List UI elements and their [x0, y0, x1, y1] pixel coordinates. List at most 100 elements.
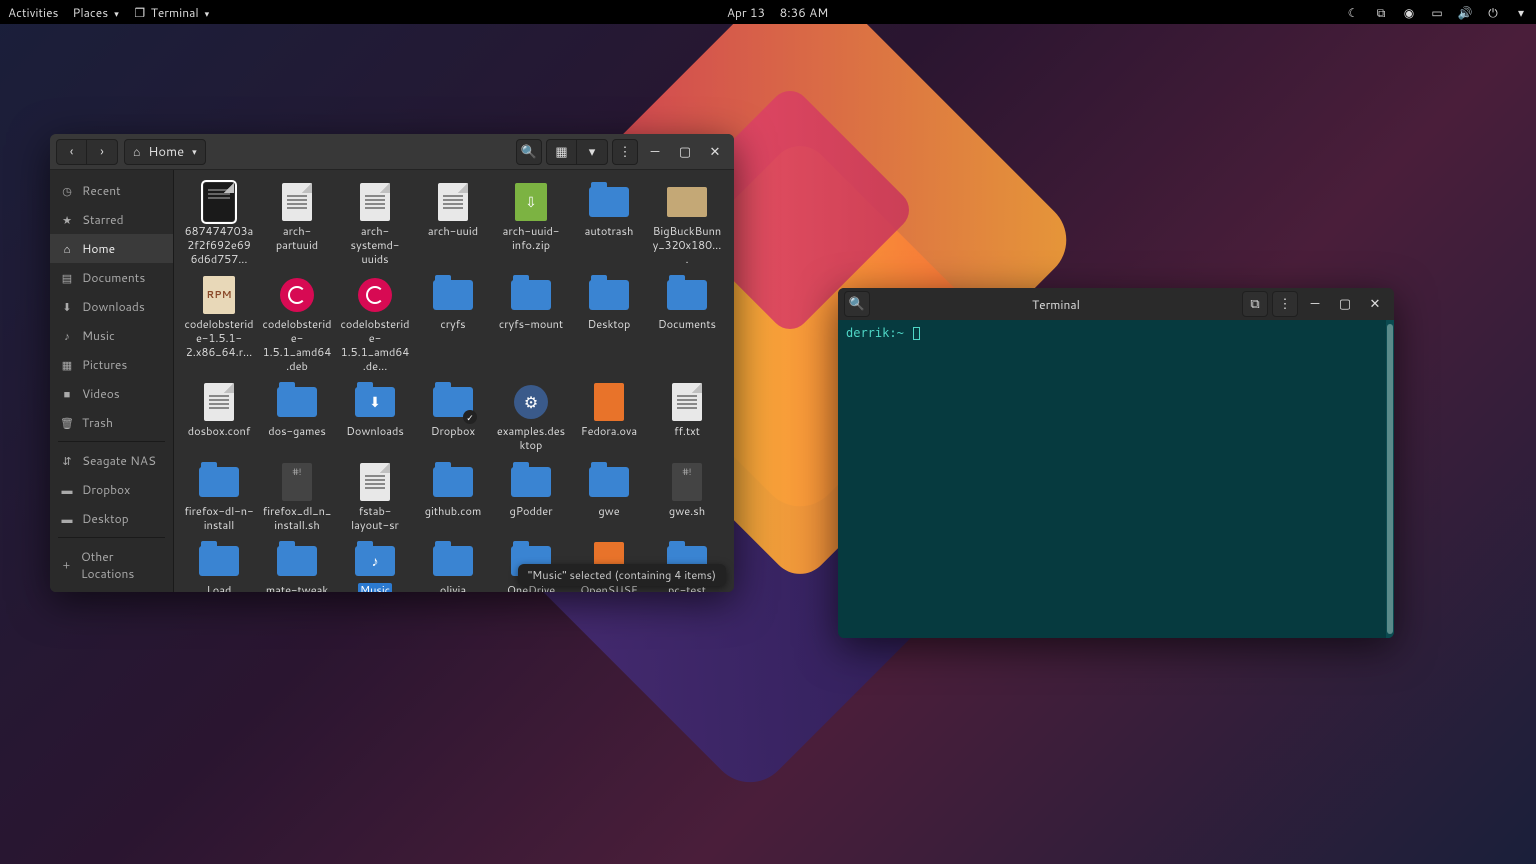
file-item[interactable]: 687474703a2f2f692e696d6d757... [180, 180, 258, 269]
file-icon [431, 541, 475, 581]
discord-tray-icon[interactable]: ◉ [1402, 5, 1416, 19]
sidebar-item-trash[interactable]: 🗑Trash [50, 408, 173, 437]
file-icon: ♪ [353, 541, 397, 581]
file-item[interactable]: arch-uuid [414, 180, 492, 269]
file-label: BigBuckBunny_320x180.... [650, 224, 724, 267]
file-item[interactable]: olivia [414, 539, 492, 592]
file-item[interactable]: dosbox.conf [180, 380, 258, 456]
forward-button[interactable]: › [87, 139, 117, 165]
places-menu[interactable]: Places [73, 4, 119, 21]
file-item[interactable]: github.com [414, 460, 492, 536]
file-label: cryfs-mount [497, 317, 565, 333]
sidebar-item-videos[interactable]: ■Videos [50, 379, 173, 408]
file-icon [509, 462, 553, 502]
file-item[interactable]: codelobsteride-1.5.1_amd64.deb [258, 273, 336, 376]
file-item[interactable]: fstab-layout-sr [336, 460, 414, 536]
file-label: Dropbox [429, 424, 477, 440]
statusbar: "Music" selected (containing 4 items) [518, 564, 726, 586]
file-item[interactable]: Documents [648, 273, 726, 376]
back-button[interactable]: ‹ [57, 139, 87, 165]
file-item[interactable]: #!gwe.sh [648, 460, 726, 536]
file-item[interactable]: ✓Dropbox [414, 380, 492, 456]
minimize-button[interactable]: — [642, 139, 668, 165]
file-icon [587, 462, 631, 502]
file-label: cryfs [438, 317, 467, 333]
file-item[interactable]: cryfs-mount [492, 273, 570, 376]
sidebar-mount-desktop[interactable]: ▬Desktop [50, 504, 173, 533]
sidebar-mount-dropbox[interactable]: ▬Dropbox [50, 475, 173, 504]
night-light-icon[interactable]: ☾ [1346, 5, 1360, 19]
file-icon [275, 541, 319, 581]
file-item[interactable]: dos-games [258, 380, 336, 456]
sidebar-item-music[interactable]: ♪Music [50, 321, 173, 350]
file-item[interactable]: ff.txt [648, 380, 726, 456]
search-button[interactable]: 🔍 [516, 139, 542, 165]
minimize-button[interactable]: — [1302, 291, 1328, 317]
activities-button[interactable]: Activities [8, 4, 59, 21]
sidebar-item-label: Documents [82, 269, 145, 286]
terminal-search-button[interactable]: 🔍 [844, 291, 870, 317]
file-icon [275, 382, 319, 422]
file-item[interactable]: ⬇Downloads [336, 380, 414, 456]
file-item[interactable]: RPMcodelobsteride-1.5.1-2.x86_64.r... [180, 273, 258, 376]
sidebar-item-pictures[interactable]: ▦Pictures [50, 350, 173, 379]
file-item[interactable]: cryfs [414, 273, 492, 376]
file-item[interactable]: ⇩arch-uuid-info.zip [492, 180, 570, 269]
file-icon [275, 182, 319, 222]
sidebar-item-home[interactable]: ⌂Home [50, 234, 173, 263]
maximize-button[interactable]: ▢ [672, 139, 698, 165]
file-item[interactable]: firefox-dl-n-install [180, 460, 258, 536]
volume-icon[interactable]: 🔊 [1458, 5, 1472, 19]
file-item[interactable]: #!firefox_dl_n_install.sh [258, 460, 336, 536]
clock[interactable]: Apr 13 8:36 AM [727, 4, 828, 21]
maximize-button[interactable]: ▢ [1332, 291, 1358, 317]
file-label: codelobsteride-1.5.1-2.x86_64.r... [182, 317, 256, 360]
icon-grid[interactable]: 687474703a2f2f692e696d6d757...arch-partu… [174, 170, 734, 592]
workspace-icon[interactable]: ▭ [1430, 5, 1444, 19]
sidebar-item-starred[interactable]: ★Starred [50, 205, 173, 234]
close-button[interactable]: ✕ [1362, 291, 1388, 317]
terminal-body[interactable]: derrik:~ [838, 320, 1394, 638]
system-menu-caret[interactable]: ▾ [1514, 5, 1528, 19]
new-tab-button[interactable]: ⧉ [1242, 291, 1268, 317]
sidebar-item-label: Desktop [82, 510, 129, 527]
sidebar-item-downloads[interactable]: ⬇Downloads [50, 292, 173, 321]
sidebar-item-label: Downloads [82, 298, 145, 315]
file-item[interactable]: gwe [570, 460, 648, 536]
files-window: ‹ › ⌂ Home ▾ 🔍 ▦ ▾ ⋮ — ▢ ✕ ◷Recent★Starr… [50, 134, 734, 592]
file-item[interactable]: ♪Music [336, 539, 414, 592]
file-item[interactable]: ⚙examples.desktop [492, 380, 570, 456]
appmenu-terminal[interactable]: ❐ Terminal [133, 4, 209, 21]
file-item[interactable]: BigBuckBunny_320x180.... [648, 180, 726, 269]
sidebar-item-documents[interactable]: ▤Documents [50, 263, 173, 292]
grid-view-button[interactable]: ▦ [547, 139, 577, 165]
file-item[interactable]: Desktop [570, 273, 648, 376]
path-bar[interactable]: ⌂ Home ▾ [124, 139, 206, 165]
terminal-menu[interactable]: ⋮ [1272, 291, 1298, 317]
sidebar-item-recent[interactable]: ◷Recent [50, 176, 173, 205]
sidebar-mount-seagate-nas[interactable]: ⇵Seagate NAS [50, 446, 173, 475]
file-label: arch-partuuid [260, 224, 334, 254]
terminal-scrollbar[interactable] [1386, 320, 1394, 638]
file-icon [509, 275, 553, 315]
file-item[interactable]: mate-tweak [258, 539, 336, 592]
sidebar-other-locations[interactable]: + Other Locations [50, 542, 173, 588]
close-button[interactable]: ✕ [702, 139, 728, 165]
hamburger-menu[interactable]: ⋮ [612, 139, 638, 165]
file-icon: RPM [197, 275, 241, 315]
file-item[interactable]: arch-systemd-uuids [336, 180, 414, 269]
file-icon [353, 182, 397, 222]
view-options-caret[interactable]: ▾ [577, 139, 607, 165]
file-item[interactable]: arch-partuuid [258, 180, 336, 269]
file-item[interactable]: Load [180, 539, 258, 592]
dropbox-tray-icon[interactable]: ⧉ [1374, 5, 1388, 19]
file-item[interactable]: Fedora.ova [570, 380, 648, 456]
sidebar-item-label: Pictures [82, 356, 127, 373]
power-icon[interactable]: ⏻ [1486, 5, 1500, 19]
file-label: codelobsteride-1.5.1_amd64.de... [338, 317, 412, 374]
file-item[interactable]: autotrash [570, 180, 648, 269]
file-icon [275, 275, 319, 315]
file-label: fstab-layout-sr [338, 504, 412, 534]
file-item[interactable]: codelobsteride-1.5.1_amd64.de... [336, 273, 414, 376]
file-item[interactable]: gPodder [492, 460, 570, 536]
